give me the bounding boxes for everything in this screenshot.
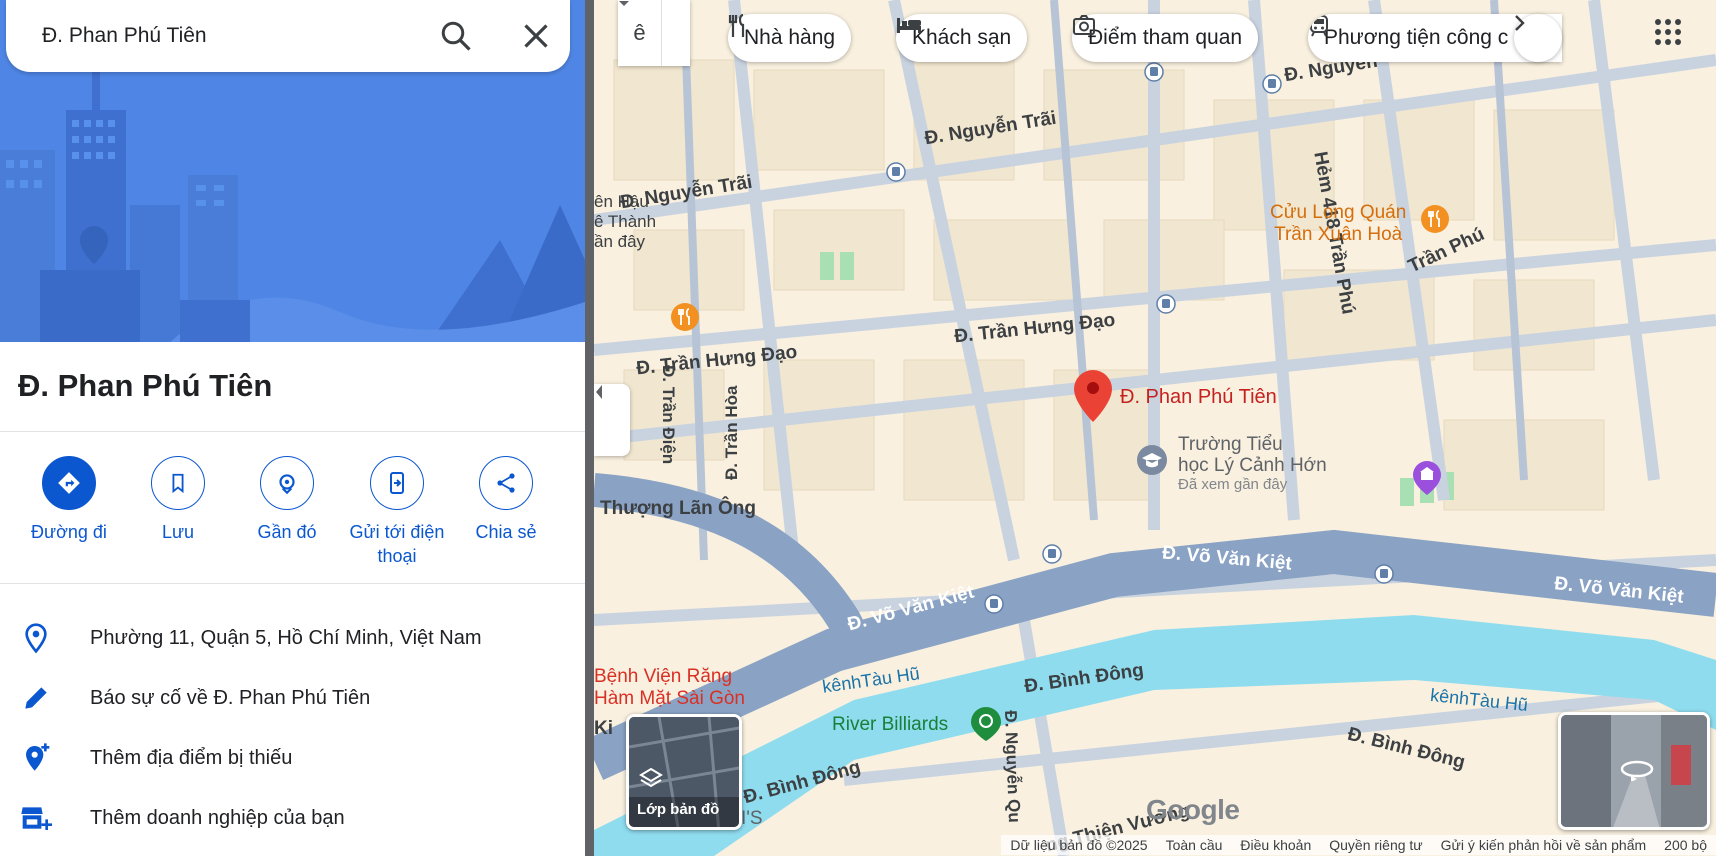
chip-label: Điểm tham quan bbox=[1088, 26, 1243, 49]
chip-restaurants[interactable]: Nhà hàng bbox=[728, 14, 852, 62]
nearby-label: Gần đó bbox=[257, 522, 317, 542]
chip-label: Phương tiện công c bbox=[1324, 26, 1509, 49]
send-to-phone-icon bbox=[370, 456, 424, 510]
location-pin-icon bbox=[25, 623, 47, 654]
chip-hotels[interactable]: Khách sạn bbox=[896, 14, 1028, 62]
nearby-button[interactable]: Gần đó bbox=[232, 456, 342, 544]
collapse-panel-button[interactable] bbox=[594, 384, 630, 456]
street-label: Đ. Trần Điện bbox=[659, 365, 678, 465]
transit-icon bbox=[1310, 15, 1328, 37]
bus-stop-icon[interactable] bbox=[1042, 544, 1062, 564]
map-footer: Dữ liệu bản đồ ©2025 Toàn cầu Điều khoản… bbox=[594, 834, 1716, 856]
chevron-left-icon bbox=[596, 385, 602, 399]
selected-location-pin-icon[interactable] bbox=[1072, 368, 1114, 424]
map-layers-label: Lớp bản đồ bbox=[637, 801, 720, 818]
divider bbox=[0, 583, 585, 584]
address-row[interactable]: Phường 11, Quận 5, Hồ Chí Minh, Việt Nam bbox=[0, 610, 585, 666]
bus-stop-icon[interactable] bbox=[1262, 74, 1282, 94]
directions-label: Đường đi bbox=[31, 522, 107, 542]
school-icon[interactable] bbox=[1136, 444, 1168, 476]
add-business-icon bbox=[21, 807, 52, 830]
bus-stop-icon[interactable] bbox=[1374, 564, 1394, 584]
bus-stop-icon[interactable] bbox=[1156, 294, 1176, 314]
add-missing-place-row[interactable]: Thêm địa điểm bị thiếu bbox=[0, 730, 585, 786]
restaurant-label[interactable]: Cửu Long Quán Trần Xuân Hoà bbox=[1270, 202, 1406, 246]
map-graphics bbox=[594, 0, 1716, 856]
chip-label: Nhà hàng bbox=[744, 26, 836, 49]
map-data-credit: Dữ liệu bản đồ ©2025 bbox=[1001, 835, 1157, 855]
global-link[interactable]: Toàn cầu bbox=[1156, 835, 1232, 855]
street-label: Đ. Trần Hòa bbox=[722, 385, 741, 480]
camera-icon bbox=[1073, 15, 1095, 35]
billiards-label[interactable]: River Billiards bbox=[832, 714, 948, 736]
street-label: Đ. Nguyễn Qu bbox=[1001, 710, 1024, 824]
chevron-right-icon bbox=[1515, 15, 1525, 31]
bookmark-icon bbox=[151, 456, 205, 510]
place-panel: Đ. Phan Phú Tiên Đường đi Lưu Gần đó Gửi… bbox=[0, 0, 585, 856]
school-sublabel: Đã xem gần đây bbox=[1178, 476, 1288, 493]
feedback-link[interactable]: Gửi ý kiến phản hồi về sản phẩm bbox=[1431, 835, 1656, 855]
privacy-link[interactable]: Quyền riêng tư bbox=[1320, 835, 1432, 855]
divider bbox=[0, 431, 585, 432]
street-label: Ki bbox=[594, 718, 613, 739]
apps-grid-icon[interactable] bbox=[1654, 18, 1682, 46]
restaurant-icon bbox=[728, 14, 745, 37]
add-business-text: Thêm doanh nghiệp của bạn bbox=[90, 806, 345, 829]
directions-icon bbox=[42, 456, 96, 510]
search-icon[interactable] bbox=[438, 18, 474, 54]
street-label: Thượng Lãn Ông bbox=[600, 498, 757, 519]
google-logo: Google bbox=[1146, 794, 1240, 825]
search-box bbox=[6, 0, 570, 72]
map-canvas[interactable]: Đ. Nguyễn Trãi Đ. Nguyễn Trãi Đ. Nguyễn … bbox=[594, 0, 1716, 856]
address-text: Phường 11, Quận 5, Hồ Chí Minh, Việt Nam bbox=[90, 626, 482, 649]
report-issue-row[interactable]: Báo sự cố về Đ. Phan Phú Tiên bbox=[0, 670, 585, 726]
add-business-row[interactable]: Thêm doanh nghiệp của bạn bbox=[0, 790, 585, 846]
restaurant-icon[interactable] bbox=[670, 302, 700, 332]
bus-stop-icon[interactable] bbox=[984, 594, 1004, 614]
school-label[interactable]: Trường Tiểu học Lý Cảnh Hớn bbox=[1178, 434, 1327, 476]
rotate-360-icon bbox=[1620, 760, 1654, 781]
input-tool-button[interactable]: ê bbox=[618, 0, 662, 66]
save-button[interactable]: Lưu bbox=[123, 456, 233, 544]
map-layers-button[interactable]: Lớp bản đồ bbox=[626, 714, 742, 830]
send-to-phone-button[interactable]: Gửi tới điện thoại bbox=[342, 456, 452, 568]
nearby-icon bbox=[260, 456, 314, 510]
panel-scrollbar[interactable] bbox=[585, 0, 594, 856]
report-issue-text: Báo sự cố về Đ. Phan Phú Tiên bbox=[90, 686, 371, 709]
temple-icon[interactable] bbox=[1412, 460, 1442, 496]
save-label: Lưu bbox=[161, 522, 195, 542]
chip-label: Khách sạn bbox=[912, 26, 1012, 49]
place-title: Đ. Phan Phú Tiên bbox=[18, 368, 273, 403]
add-missing-place-text: Thêm địa điểm bị thiếu bbox=[90, 746, 293, 769]
street-view-thumbnail[interactable] bbox=[1558, 712, 1710, 830]
billiards-icon[interactable] bbox=[970, 706, 1002, 742]
input-tools: ê bbox=[618, 0, 690, 66]
share-button[interactable]: Chia sẻ bbox=[451, 456, 561, 544]
chips-scroll-right-button[interactable] bbox=[1514, 14, 1562, 62]
share-label: Chia sẻ bbox=[475, 522, 537, 542]
layers-icon bbox=[639, 767, 663, 788]
close-icon[interactable] bbox=[518, 18, 554, 54]
terms-link[interactable]: Điều khoản bbox=[1231, 835, 1321, 855]
search-input[interactable] bbox=[42, 24, 422, 48]
bus-stop-icon[interactable] bbox=[1144, 62, 1164, 82]
bus-stop-icon[interactable] bbox=[886, 162, 906, 182]
hospital-label[interactable]: Bệnh Viện Răng Hàm Mặt Sài Gòn bbox=[594, 666, 745, 710]
directions-button[interactable]: Đường đi bbox=[14, 456, 124, 544]
poi-label: ên Hậu - ê Thành ần đây bbox=[594, 192, 660, 251]
share-icon bbox=[479, 456, 533, 510]
pencil-icon bbox=[25, 687, 47, 709]
chip-attractions[interactable]: Điểm tham quan bbox=[1072, 14, 1259, 62]
input-tool-dropdown[interactable] bbox=[619, 0, 690, 66]
send-to-phone-label: Gửi tới điện thoại bbox=[349, 522, 445, 566]
chevron-down-icon bbox=[619, 1, 629, 6]
scale-label[interactable]: 200 bộ bbox=[1655, 835, 1716, 855]
selected-location-label[interactable]: Đ. Phan Phú Tiên bbox=[1120, 386, 1277, 409]
restaurant-icon[interactable] bbox=[1420, 204, 1450, 234]
add-location-icon bbox=[26, 743, 50, 771]
hotel-icon bbox=[897, 18, 921, 33]
